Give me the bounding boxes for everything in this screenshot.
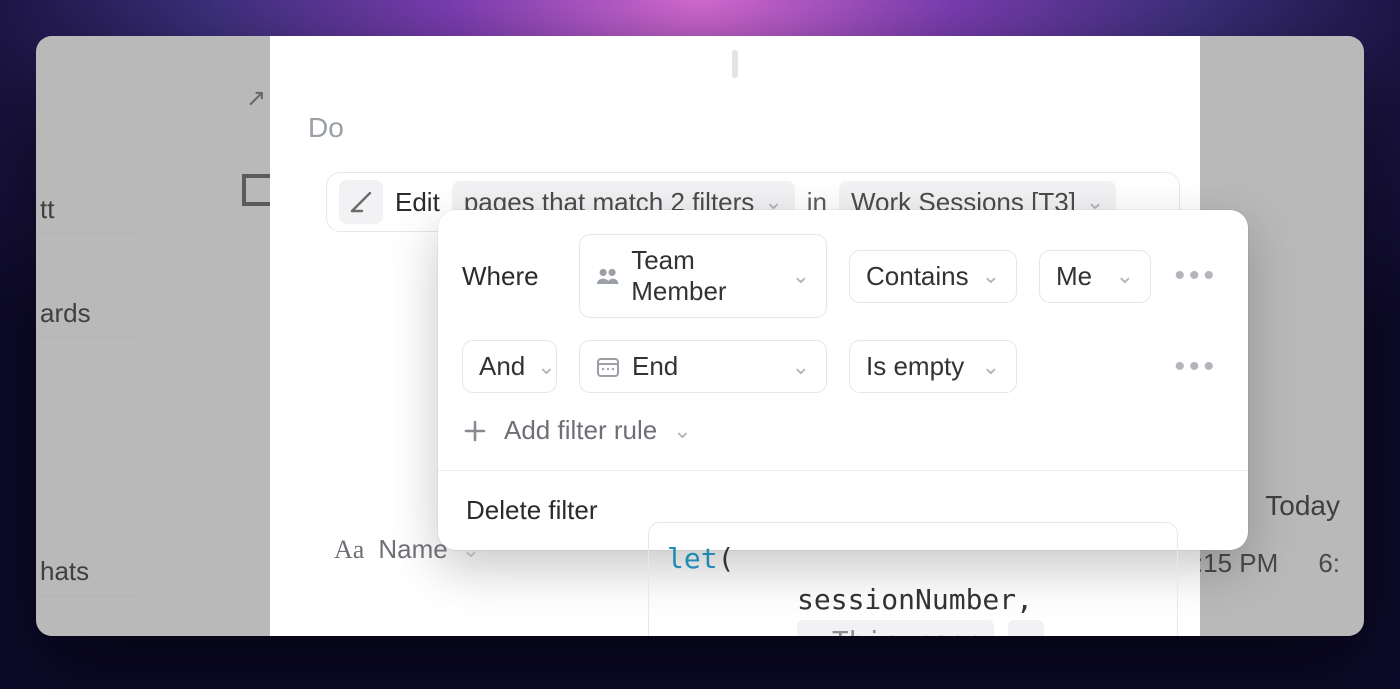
chevron-down-icon: ⌄ bbox=[982, 263, 1000, 289]
left-rail-item[interactable]: hats bbox=[36, 548, 136, 596]
people-icon bbox=[596, 266, 619, 286]
conjunction-label: Where bbox=[462, 261, 557, 292]
property-name-label: Name bbox=[378, 534, 447, 565]
today-label[interactable]: Today bbox=[1265, 490, 1340, 522]
chevron-down-icon: ⌄ bbox=[537, 354, 555, 380]
formula-editor[interactable]: let( sessionNumber, ↗ This page ↗ bbox=[648, 522, 1178, 636]
time-marker: 6: bbox=[1318, 548, 1340, 579]
formula-paren: ( bbox=[718, 542, 735, 575]
timeline-times: 6:15 PM 6: bbox=[1181, 548, 1340, 579]
reference-chip[interactable]: ↗ bbox=[1008, 620, 1045, 636]
open-arrow-icon: ↗ bbox=[1018, 622, 1035, 636]
chevron-down-icon: ⌄ bbox=[462, 537, 480, 563]
chevron-down-icon: ⌄ bbox=[792, 263, 810, 289]
rule-more-icon[interactable]: ••• bbox=[1174, 350, 1224, 384]
filter-rule: Where Team Member ⌄ Contains ⌄ Me ⌄ ••• bbox=[462, 234, 1224, 318]
filter-popover: Where Team Member ⌄ Contains ⌄ Me ⌄ ••• bbox=[438, 210, 1248, 550]
this-page-chip[interactable]: ↗ This page bbox=[797, 620, 994, 636]
formula-line: ↗ This page ↗ bbox=[667, 620, 1159, 636]
plus-icon bbox=[462, 418, 488, 444]
filter-rule: And ⌄ End ⌄ Is empty ⌄ ••• bbox=[462, 340, 1224, 393]
rule-more-icon[interactable]: ••• bbox=[1174, 259, 1224, 293]
left-rail-item[interactable]: ards bbox=[36, 290, 136, 338]
date-icon bbox=[596, 356, 620, 378]
open-arrow-icon: ↗ bbox=[807, 622, 824, 636]
action-verb: Edit bbox=[395, 187, 440, 218]
drag-handle-icon[interactable] bbox=[732, 50, 738, 78]
automation-panel: Do Edit pages that match 2 filters ⌄ in … bbox=[270, 36, 1200, 636]
add-filter-label: Add filter rule bbox=[504, 415, 657, 446]
operator-label: Contains bbox=[866, 261, 969, 292]
left-rail-item[interactable]: tt bbox=[36, 186, 136, 234]
value-label: Me bbox=[1056, 261, 1092, 292]
chevron-down-icon: ⌄ bbox=[1116, 263, 1134, 289]
today-nav[interactable]: ‹ Today bbox=[1238, 490, 1340, 522]
operator-select[interactable]: Is empty ⌄ bbox=[849, 340, 1017, 393]
operator-label: Is empty bbox=[866, 351, 964, 382]
left-rail: tt ards hats bbox=[36, 186, 136, 596]
value-select[interactable]: Me ⌄ bbox=[1039, 250, 1151, 303]
property-label: End bbox=[632, 351, 678, 382]
property-select[interactable]: Team Member ⌄ bbox=[579, 234, 827, 318]
add-filter-rule[interactable]: Add filter rule ⌄ bbox=[462, 415, 1224, 446]
formula-line: sessionNumber, bbox=[667, 580, 1159, 621]
this-page-label: This page bbox=[832, 622, 984, 636]
open-arrow-icon: ↗ bbox=[246, 84, 266, 113]
text-property-icon: Aa bbox=[334, 535, 364, 565]
chevron-down-icon: ⌄ bbox=[792, 354, 810, 380]
property-select-row[interactable]: Aa Name ⌄ bbox=[334, 534, 480, 565]
conjunction-label: And bbox=[479, 351, 525, 382]
formula-keyword: let bbox=[667, 542, 718, 575]
conjunction-select[interactable]: And ⌄ bbox=[462, 340, 557, 393]
edit-icon bbox=[339, 180, 383, 224]
app-window: ↗ tt ards hats ⌄ ‹ Today 6:15 PM 6: Do E… bbox=[36, 36, 1364, 636]
chevron-down-icon: ⌄ bbox=[982, 354, 1000, 380]
chevron-down-icon: ⌄ bbox=[673, 418, 691, 444]
operator-select[interactable]: Contains ⌄ bbox=[849, 250, 1017, 303]
section-label-do: Do bbox=[308, 112, 344, 144]
property-select[interactable]: End ⌄ bbox=[579, 340, 827, 393]
property-label: Team Member bbox=[631, 245, 779, 307]
